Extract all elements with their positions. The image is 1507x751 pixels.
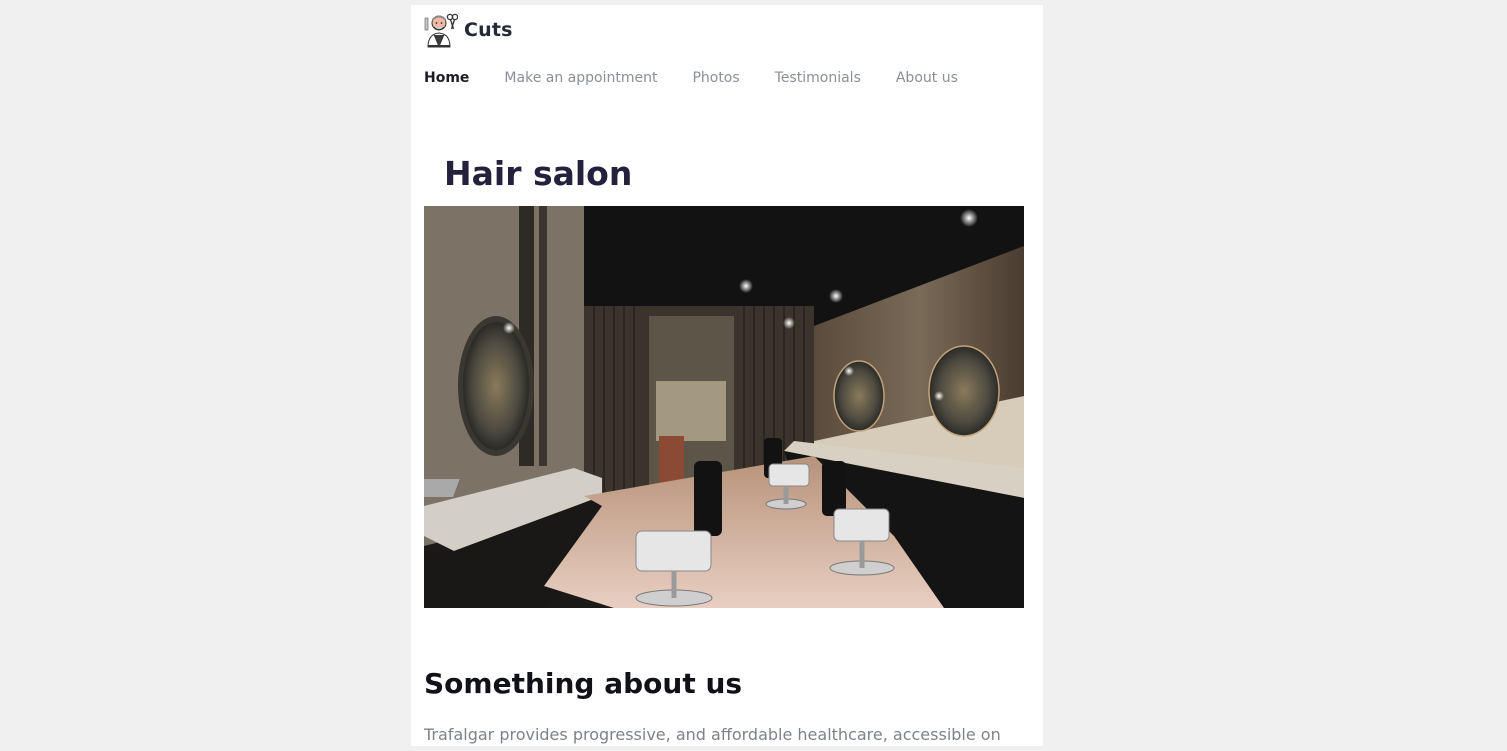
nav-item-about-us[interactable]: About us	[896, 70, 958, 86]
barber-logo-icon	[424, 13, 458, 48]
main-nav: Home Make an appointment Photos Testimon…	[424, 67, 993, 89]
nav-item-photos[interactable]: Photos	[692, 70, 739, 86]
nav-item-home[interactable]: Home	[424, 70, 469, 86]
hero-title: Hair salon	[444, 154, 633, 193]
brand[interactable]: Cuts	[424, 10, 513, 50]
nav-item-testimonials[interactable]: Testimonials	[775, 70, 861, 86]
about-section-text: Trafalgar provides progressive, and affo…	[424, 725, 1001, 744]
about-section-title: Something about us	[424, 667, 743, 700]
nav-item-make-appointment[interactable]: Make an appointment	[504, 70, 657, 86]
barbershop-interior-photo	[424, 206, 1024, 608]
brand-name: Cuts	[464, 19, 513, 41]
page-card: Cuts Home Make an appointment Photos Tes…	[411, 5, 1043, 746]
